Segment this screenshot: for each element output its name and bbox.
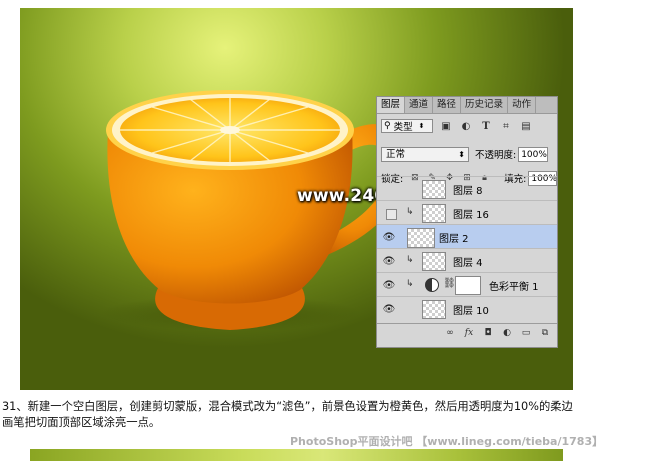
clip-arrow-icon: ↳ bbox=[406, 207, 414, 217]
filter-type-label: 类型 bbox=[393, 122, 413, 133]
add-mask-icon[interactable]: ◘ bbox=[482, 327, 494, 339]
blend-mode-select[interactable]: 正常 ⬍ bbox=[381, 146, 469, 162]
type-filter-icon[interactable]: T bbox=[479, 119, 493, 133]
layer-name: 图层 8 bbox=[453, 186, 483, 197]
clip-arrow-icon: ↳ bbox=[406, 255, 414, 265]
filter-type-select[interactable]: ⚲ 类型 ⬍ bbox=[381, 119, 433, 133]
layer-name: 图层 10 bbox=[453, 306, 489, 317]
layer-row[interactable]: 👁︎ ↳ ⛓︎ 色彩平衡 1 bbox=[377, 272, 557, 296]
search-icon: ⚲ bbox=[384, 121, 391, 131]
panel-tab-bar: 图层 通道 路径 历史记录 动作 bbox=[377, 97, 557, 114]
eye-icon[interactable]: 👁︎ bbox=[383, 279, 396, 291]
layer-row[interactable]: 👁︎ ↳ 图层 4 bbox=[377, 248, 557, 272]
clip-arrow-icon: ↳ bbox=[406, 279, 414, 289]
layers-panel[interactable]: 图层 通道 路径 历史记录 动作 ⚲ 类型 ⬍ ▣ ◐ T ⌗ ▤ 正常 ⬍ 不… bbox=[376, 96, 558, 348]
chevron-down-icon: ⬍ bbox=[458, 149, 465, 159]
new-layer-icon[interactable]: ⧉ bbox=[539, 327, 551, 339]
smart-object-filter-icon[interactable]: ▤ bbox=[519, 119, 533, 133]
layer-thumbnail bbox=[422, 300, 446, 319]
adjustment-filter-icon[interactable]: ◐ bbox=[459, 119, 473, 133]
eye-icon[interactable]: 👁︎ bbox=[383, 231, 396, 243]
layer-thumbnail bbox=[407, 228, 435, 248]
eye-icon[interactable]: 👁︎ bbox=[383, 303, 396, 315]
tab-actions[interactable]: 动作 bbox=[508, 97, 537, 113]
shape-filter-icon[interactable]: ⌗ bbox=[499, 119, 513, 133]
chevron-down-icon: ⬍ bbox=[418, 122, 425, 130]
source-footer: PhotoShop平面设计吧 【www.lineg.com/tieba/1783… bbox=[290, 435, 604, 448]
tab-paths[interactable]: 路径 bbox=[433, 97, 462, 113]
layer-thumbnail bbox=[422, 252, 446, 271]
layer-filter-row: ⚲ 类型 ⬍ ▣ ◐ T ⌗ ▤ bbox=[381, 118, 553, 134]
link-chain-icon[interactable]: ⛓︎ bbox=[443, 278, 456, 289]
fx-icon[interactable]: fx bbox=[463, 327, 475, 339]
link-layers-icon[interactable]: ∞ bbox=[444, 327, 456, 339]
opacity-input[interactable]: 100% bbox=[518, 146, 549, 162]
layer-name: 图层 16 bbox=[453, 210, 489, 221]
layer-thumbnail bbox=[422, 180, 446, 199]
blend-mode-value: 正常 bbox=[386, 148, 406, 160]
layer-row-selected[interactable]: 👁︎ 图层 2 bbox=[377, 224, 557, 248]
next-image-preview bbox=[30, 449, 563, 461]
layer-thumbnail bbox=[422, 204, 446, 223]
caption-line-2: 画笔把切面顶部区域涂亮一点。 bbox=[2, 416, 161, 429]
tab-history[interactable]: 历史记录 bbox=[461, 97, 509, 113]
layer-row[interactable]: 👁︎ 图层 10 bbox=[377, 296, 557, 320]
tab-layers[interactable]: 图层 bbox=[377, 97, 406, 113]
panel-bottom-toolbar: ∞ fx ◘ ◐ ▭ ⧉ bbox=[377, 323, 557, 341]
opacity-label: 不透明度: bbox=[475, 150, 517, 161]
visibility-toggle[interactable] bbox=[386, 209, 397, 220]
layer-name: 图层 4 bbox=[453, 258, 483, 269]
adjustment-layer-icon bbox=[425, 278, 439, 292]
layer-list: 图层 8 ↳ 图层 16 👁︎ 图层 2 👁︎ ↳ 图层 4 👁︎ ↳ ⛓︎ 色… bbox=[377, 176, 557, 323]
image-filter-icon[interactable]: ▣ bbox=[439, 119, 453, 133]
tab-channels[interactable]: 通道 bbox=[405, 97, 434, 113]
layer-name: 色彩平衡 1 bbox=[489, 282, 539, 293]
blend-opacity-row: 正常 ⬍ 不透明度: 100% bbox=[381, 146, 557, 162]
layer-name: 图层 2 bbox=[439, 234, 469, 245]
caption-line-1: 31、新建一个空白图层，创建剪切蒙版，混合模式改为“滤色”，前景色设置为橙黄色，… bbox=[2, 400, 573, 413]
layer-mask-thumbnail bbox=[455, 276, 481, 295]
layer-row[interactable]: ↳ 图层 16 bbox=[377, 200, 557, 224]
step-caption: 31、新建一个空白图层，创建剪切蒙版，混合模式改为“滤色”，前景色设置为橙黄色，… bbox=[2, 399, 612, 431]
new-adjustment-icon[interactable]: ◐ bbox=[501, 327, 513, 339]
layer-row[interactable]: 图层 8 bbox=[377, 176, 557, 200]
new-group-folder-icon[interactable]: ▭ bbox=[520, 327, 532, 339]
eye-icon[interactable]: 👁︎ bbox=[383, 255, 396, 267]
